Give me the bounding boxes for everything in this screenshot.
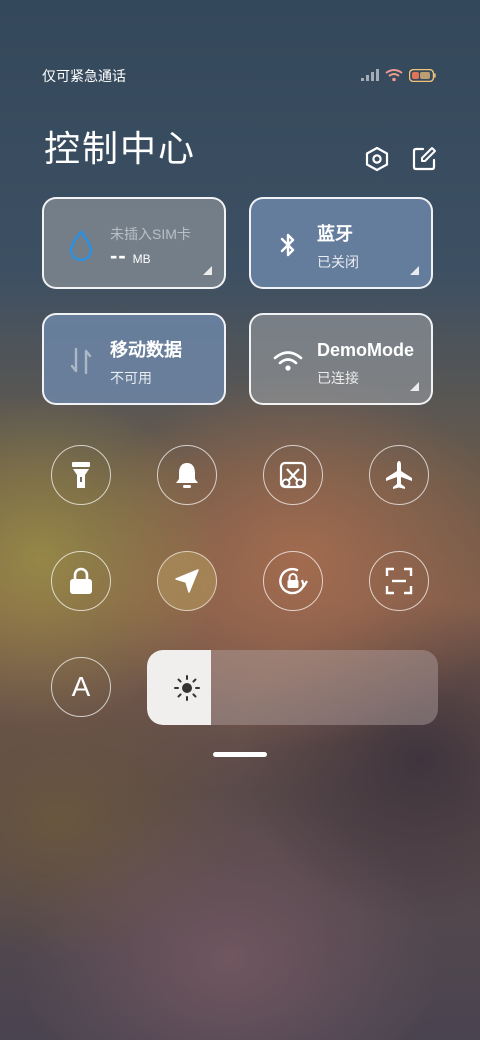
flashlight-icon — [72, 462, 90, 488]
screenshot-icon — [279, 461, 307, 489]
expand-corner-icon — [410, 382, 419, 391]
wifi-icon — [385, 69, 403, 82]
location-icon — [175, 569, 199, 593]
sim-status-label: 未插入SIM卡 — [110, 226, 191, 242]
flashlight-toggle[interactable] — [51, 445, 111, 505]
rotation-lock-icon — [279, 567, 308, 595]
bluetooth-status: 已关闭 — [317, 254, 359, 270]
ringer-toggle[interactable] — [157, 445, 217, 505]
mobile-data-tile[interactable]: 移动数据 不可用 — [42, 313, 226, 405]
edit-icon[interactable] — [411, 146, 437, 172]
carrier-status-text: 仅可紧急通话 — [42, 68, 126, 84]
sim-data-usage-tile[interactable]: 未插入SIM卡 -- MB — [42, 197, 226, 289]
location-toggle[interactable] — [157, 551, 217, 611]
status-bar: 仅可紧急通话 — [42, 66, 436, 86]
battery-icon — [409, 68, 436, 82]
wifi-tile[interactable]: DemoMode 已连接 — [249, 313, 433, 405]
lock-icon — [70, 567, 92, 594]
page-title: 控制中心 — [44, 128, 197, 169]
bluetooth-label: 蓝牙 — [317, 224, 353, 244]
data-usage-value: -- — [110, 243, 127, 268]
mobile-data-status: 不可用 — [110, 370, 152, 386]
bluetooth-icon — [280, 233, 295, 257]
scanner-toggle[interactable] — [369, 551, 429, 611]
expand-corner-icon — [410, 266, 419, 275]
auto-brightness-label: A — [71, 671, 91, 702]
expand-corner-icon — [203, 266, 212, 275]
water-drop-icon — [69, 229, 93, 261]
data-usage-unit: MB — [132, 252, 151, 266]
rotation-lock-toggle[interactable] — [263, 551, 323, 611]
drag-handle[interactable] — [213, 752, 267, 757]
wifi-status: 已连接 — [317, 370, 359, 386]
data-usage-readout: -- MB — [110, 245, 151, 268]
signal-icon — [361, 69, 379, 81]
airplane-mode-toggle[interactable] — [369, 445, 429, 505]
screenshot-toggle[interactable] — [263, 445, 323, 505]
bluetooth-tile[interactable]: 蓝牙 已关闭 — [249, 197, 433, 289]
wifi-icon — [273, 351, 303, 371]
wifi-network-name: DemoMode — [317, 340, 415, 360]
brightness-slider[interactable] — [147, 650, 438, 725]
lock-screen-toggle[interactable] — [51, 551, 111, 611]
auto-brightness-toggle[interactable]: A — [51, 657, 111, 717]
sun-icon — [174, 675, 200, 701]
scan-icon — [385, 567, 413, 595]
bell-icon — [176, 463, 198, 488]
mobile-data-label: 移动数据 — [110, 340, 182, 360]
settings-icon[interactable] — [364, 146, 390, 172]
data-arrows-icon — [70, 347, 92, 375]
airplane-icon — [386, 461, 412, 489]
